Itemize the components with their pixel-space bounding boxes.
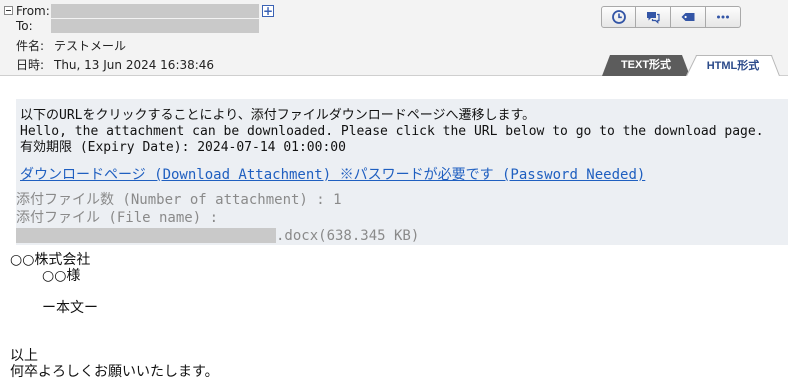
notice-line-jp: 以下のURLをクリックすることにより、添付ファイルダウンロードページへ遷移します…: [20, 108, 536, 123]
message-toolbar: [601, 6, 743, 28]
snooze-button[interactable]: [601, 6, 636, 28]
letter-company: ○○株式会社: [10, 252, 91, 268]
attachment-filename-redacted: [16, 228, 276, 243]
attachment-name-label: 添付ファイル (File name) :: [16, 210, 219, 226]
expiry-date: 有効期限 (Expiry Date): 2024-07-14 01:00:00: [20, 140, 346, 155]
tab-html-border: [686, 55, 780, 76]
letter-recipient: ○○様: [42, 268, 81, 284]
label-button[interactable]: [671, 6, 706, 28]
letter-body: ー本文ー: [42, 300, 98, 316]
date-value: Thu, 13 Jun 2024 16:38:46: [54, 58, 215, 72]
more-icon: [717, 15, 729, 19]
tag-icon: [681, 13, 695, 21]
from-value-redacted: [51, 4, 259, 18]
chat-bubble-icon: [647, 12, 660, 24]
clock-icon: [611, 10, 626, 24]
message-header: From: + To: 件名: テストメール 日時: Thu, 13 Jun 2…: [0, 0, 788, 76]
attachment-file-info: .docx(638.345 KB): [276, 228, 420, 244]
more-options-button[interactable]: [706, 6, 741, 28]
subject-value: テストメール: [54, 39, 127, 53]
expand-recipients-button[interactable]: +: [262, 5, 274, 17]
to-label: To:: [16, 19, 33, 33]
collapse-header-toggle[interactable]: [4, 6, 13, 15]
tab-text-format[interactable]: TEXT形式: [602, 55, 690, 76]
letter-closing-2: 何卒よろしくお願いいたします。: [10, 364, 219, 380]
comment-button[interactable]: [636, 6, 671, 28]
from-label: From:: [16, 4, 50, 18]
download-page-link[interactable]: ダウンロードページ (Download Attachment) ※パスワードが必…: [20, 167, 645, 183]
to-value-redacted: [51, 19, 259, 33]
letter-closing-1: 以上: [10, 348, 38, 364]
date-label: 日時:: [16, 58, 45, 72]
subject-label: 件名:: [16, 39, 45, 53]
notice-line-en: Hello, the attachment can be downloaded.…: [20, 124, 764, 139]
attachment-count: 添付ファイル数 (Number of attachment) : 1: [16, 192, 342, 208]
